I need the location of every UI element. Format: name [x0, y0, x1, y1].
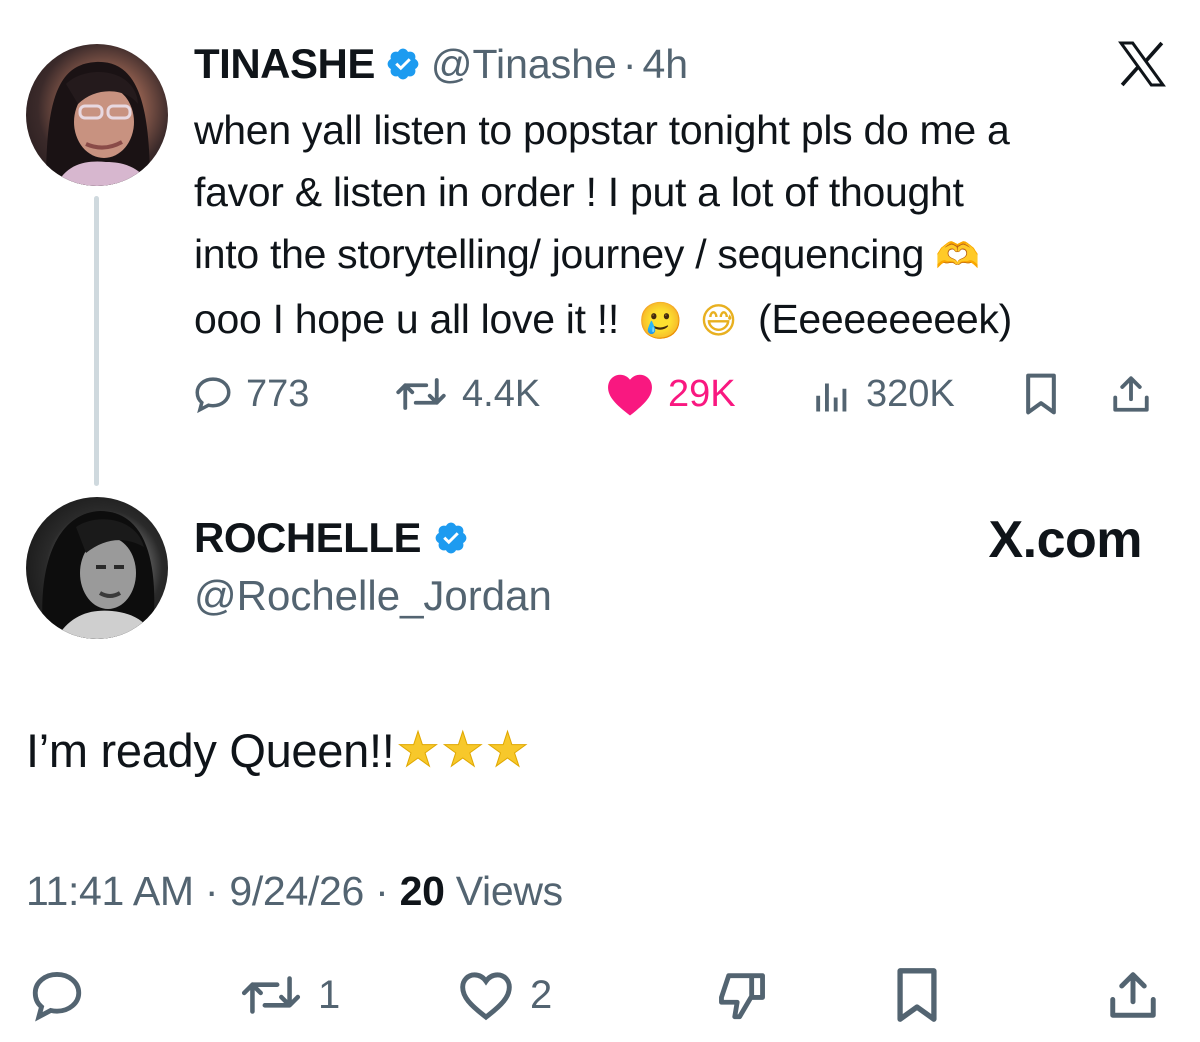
- tweet-text-line: favor & listen in order ! I put a lot of…: [194, 169, 964, 215]
- like-icon: [608, 374, 652, 416]
- tweet-text-line-content: into the storytelling/ journey / sequenc…: [194, 231, 925, 277]
- avatar-tinashe-image: [46, 61, 150, 186]
- repost-count: 1: [318, 972, 341, 1017]
- tweet-time[interactable]: 4h: [642, 41, 688, 88]
- like-button[interactable]: 2: [456, 960, 552, 1030]
- tweet-text-line: into the storytelling/ journey / sequenc…: [194, 223, 1184, 288]
- tweet-text-line: ooo I hope u all love it !! 🥲 😅 (Eeeeeee…: [194, 288, 1184, 353]
- reply-count: 773: [246, 372, 310, 415]
- verified-badge-icon: [387, 48, 419, 80]
- tweet-text-line: when yall listen to popstar tonight pls …: [194, 107, 1010, 153]
- dislike-button[interactable]: [712, 960, 772, 1030]
- avatar-rochelle-image: [42, 511, 155, 639]
- like-count: 2: [530, 972, 553, 1017]
- reply-author-name[interactable]: ROCHELLE: [194, 514, 422, 562]
- share-button[interactable]: [1106, 960, 1160, 1030]
- reply-button[interactable]: 773: [192, 364, 309, 424]
- x-com-text: X.com: [988, 511, 1142, 569]
- bookmark-button[interactable]: [1022, 364, 1060, 424]
- verified-badge-icon: [435, 522, 467, 554]
- reply-text-content: I’m ready Queen!!: [26, 723, 395, 777]
- reply-timestamp: 11:41 AM · 9/24/26 · 20 Views: [26, 868, 563, 915]
- x-logo-icon: [1118, 41, 1166, 87]
- views-icon: [816, 383, 847, 412]
- share-button[interactable]: [1110, 364, 1152, 424]
- views-count: 20: [399, 868, 445, 914]
- reply-icon: [32, 972, 82, 1022]
- repost-icon: [241, 976, 301, 1014]
- timestamp-separator: ·: [364, 868, 400, 914]
- reply-author-handle[interactable]: @Rochelle_Jordan: [194, 572, 552, 620]
- avatar-tinashe[interactable]: [26, 44, 168, 186]
- tweet-text: when yall listen to popstar tonight pls …: [194, 99, 1184, 353]
- tweet-text-tail: (Eeeeeeeeek): [758, 296, 1012, 342]
- heart-hands-emoji: 🫶: [935, 236, 980, 277]
- reply-icon: [195, 377, 231, 414]
- reply-action-bar: 1 2: [26, 960, 1176, 1030]
- star-emoji: ★: [441, 724, 485, 778]
- views-label: Views: [444, 868, 563, 914]
- bookmark-icon: [1026, 373, 1056, 415]
- timestamp-separator: ·: [193, 868, 230, 914]
- tweet-header: TINASHE @Tinashe · 4h: [194, 38, 688, 90]
- star-emoji: ★: [396, 724, 440, 778]
- share-icon: [1110, 972, 1156, 1018]
- timestamp-date[interactable]: 9/24/26: [229, 868, 364, 914]
- author-handle[interactable]: @Tinashe: [431, 41, 617, 88]
- x-com-label: X.com: [988, 510, 1142, 570]
- repost-count: 4.4K: [462, 372, 541, 415]
- repost-button[interactable]: 1: [238, 960, 340, 1030]
- dislike-icon: [719, 973, 765, 1020]
- header-separator: ·: [622, 40, 637, 87]
- thread-connector-line: [94, 196, 99, 486]
- share-icon: [1113, 376, 1149, 412]
- smiling-tear-emoji: 🥲: [638, 301, 683, 342]
- avatar-rochelle[interactable]: [26, 497, 168, 639]
- grinning-sweat-emoji: 😅: [699, 301, 738, 342]
- like-button[interactable]: 29K: [604, 364, 736, 424]
- like-count: 29K: [668, 372, 736, 415]
- tweet-action-bar: 773 4.4K 29K 320K: [192, 364, 1172, 424]
- like-icon: [460, 972, 512, 1021]
- tweet-text-line-content: ooo I hope u all love it !!: [194, 296, 619, 342]
- author-name[interactable]: TINASHE: [194, 40, 375, 88]
- repost-icon: [396, 378, 446, 410]
- star-emoji: ★: [485, 724, 529, 778]
- views-count: 320K: [866, 372, 955, 415]
- bookmark-icon: [897, 968, 937, 1022]
- timestamp-time[interactable]: 11:41 AM: [26, 868, 194, 914]
- reply-tweet-text: I’m ready Queen!! ★ ★ ★: [26, 722, 529, 778]
- reply-author-row: ROCHELLE: [194, 514, 469, 562]
- views-button[interactable]: 320K: [810, 364, 955, 424]
- bookmark-button[interactable]: [890, 960, 944, 1030]
- reply-button[interactable]: [26, 960, 88, 1030]
- repost-button[interactable]: 4.4K: [392, 364, 540, 424]
